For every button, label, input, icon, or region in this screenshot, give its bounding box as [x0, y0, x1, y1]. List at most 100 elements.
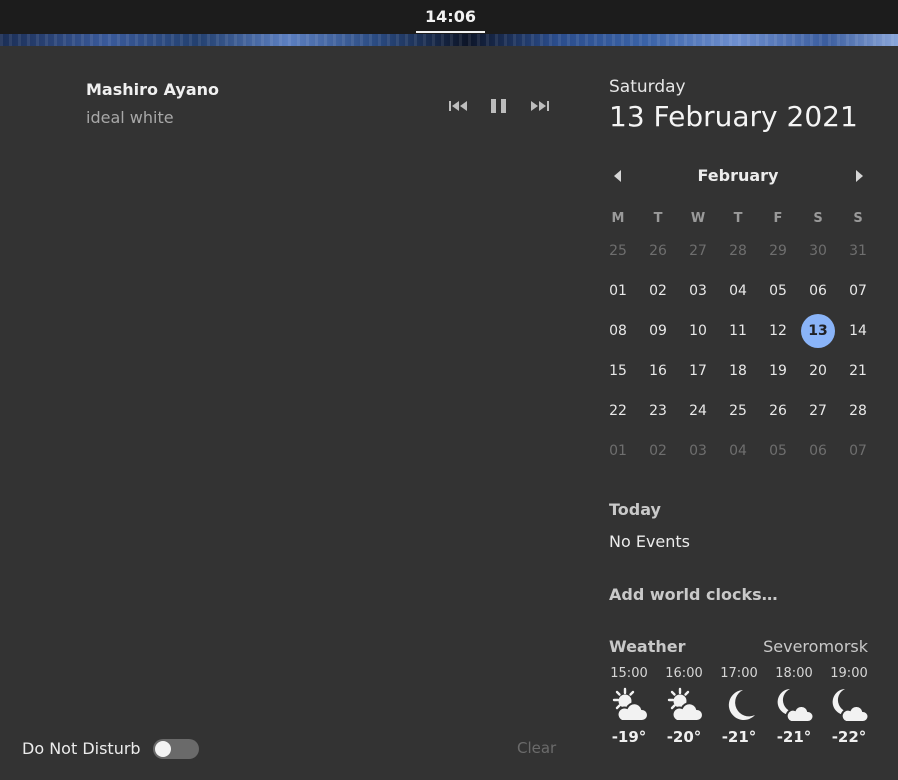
calendar-day[interactable]: 11 — [718, 311, 758, 351]
calendar-week-row: 08 09 10 11 12 13 14 — [598, 311, 878, 351]
calendar-day-label: 10 — [689, 323, 707, 339]
forecast-time: 19:00 — [830, 666, 868, 681]
calendar-day[interactable]: 25 — [598, 231, 638, 271]
calendar-day[interactable]: 23 — [638, 391, 678, 431]
calendar-day[interactable]: 01 — [598, 431, 638, 471]
calendar-day[interactable]: 01 — [598, 271, 638, 311]
calendar-day-label: 09 — [649, 323, 667, 339]
calendar-day-label: 17 — [689, 363, 707, 379]
calendar-day-label: 03 — [689, 443, 707, 459]
calendar-day[interactable]: 22 — [598, 391, 638, 431]
calendar-day[interactable]: 20 — [798, 351, 838, 391]
calendar-next-month-button[interactable] — [849, 166, 869, 186]
calendar-day-label: 01 — [609, 443, 627, 459]
calendar-day-label: 02 — [649, 443, 667, 459]
media-track-title: ideal white — [86, 108, 174, 127]
calendar-day[interactable]: 03 — [678, 271, 718, 311]
calendar-day-label: 20 — [809, 363, 827, 379]
do-not-disturb-toggle[interactable] — [153, 739, 199, 759]
calendar-day[interactable]: 05 — [758, 271, 798, 311]
calendar-day[interactable]: 30 — [798, 231, 838, 271]
calendar-day[interactable]: 28 — [718, 231, 758, 271]
forecast-time: 15:00 — [610, 666, 648, 681]
calendar-day[interactable]: 31 — [838, 231, 878, 271]
forecast-hour: 16:00 -20° — [656, 666, 712, 746]
calendar-day[interactable]: 04 — [718, 271, 758, 311]
calendar-day-label: 29 — [769, 243, 787, 259]
calendar-day-label: 13 — [801, 314, 835, 348]
calendar-day[interactable]: 09 — [638, 311, 678, 351]
calendar-day[interactable]: 03 — [678, 431, 718, 471]
calendar-weekday-header: MTWTFSS — [598, 205, 878, 231]
forecast-hour: 18:00 -21° — [766, 666, 822, 746]
calendar-day[interactable]: 27 — [678, 231, 718, 271]
calendar-day-label: 21 — [849, 363, 867, 379]
calendar-day[interactable]: 29 — [758, 231, 798, 271]
calendar-day[interactable]: 06 — [798, 431, 838, 471]
calendar-week-row: 25 26 27 28 29 30 31 — [598, 231, 878, 271]
moon-icon — [711, 684, 767, 728]
next-button[interactable] — [527, 96, 551, 116]
date-full: 13 February 2021 — [609, 100, 858, 133]
calendar-day[interactable]: 14 — [838, 311, 878, 351]
calendar-day-label: 07 — [849, 283, 867, 299]
calendar-day[interactable]: 26 — [638, 231, 678, 271]
calendar-day-label: 22 — [609, 403, 627, 419]
calendar-day-label: 15 — [609, 363, 627, 379]
calendar-day[interactable]: 28 — [838, 391, 878, 431]
previous-button[interactable] — [447, 96, 471, 116]
calendar-day[interactable]: 24 — [678, 391, 718, 431]
calendar-day-label: 27 — [689, 243, 707, 259]
calendar-day[interactable]: 02 — [638, 271, 678, 311]
calendar-day[interactable]: 10 — [678, 311, 718, 351]
weekday-header-cell: S — [813, 210, 823, 226]
calendar-week-row: 15 16 17 18 19 20 21 — [598, 351, 878, 391]
calendar-day[interactable]: 04 — [718, 431, 758, 471]
no-events-text: No Events — [609, 532, 691, 551]
calendar-day[interactable]: 12 — [758, 311, 798, 351]
sun-cloud-icon — [656, 684, 712, 728]
wallpaper-strip — [0, 34, 898, 46]
calendar-day[interactable]: 02 — [638, 431, 678, 471]
calendar-day-label: 28 — [729, 243, 747, 259]
forecast-time: 17:00 — [720, 666, 758, 681]
calendar-day-label: 05 — [769, 283, 787, 299]
calendar-day[interactable]: 08 — [598, 311, 638, 351]
calendar-day-label: 06 — [809, 283, 827, 299]
calendar-day[interactable]: 17 — [678, 351, 718, 391]
calendar-day-today[interactable]: 13 — [798, 311, 838, 351]
calendar-day-label: 27 — [809, 403, 827, 419]
calendar-day[interactable]: 21 — [838, 351, 878, 391]
pause-button[interactable] — [487, 96, 511, 116]
weekday-header-cell: T — [653, 210, 663, 226]
calendar-day-label: 28 — [849, 403, 867, 419]
calendar-day[interactable]: 15 — [598, 351, 638, 391]
forecast-time: 16:00 — [665, 666, 703, 681]
weekday-header-cell: M — [611, 210, 625, 226]
calendar-month-title: February — [697, 166, 779, 185]
calendar-day[interactable]: 05 — [758, 431, 798, 471]
weather-location[interactable]: Severomorsk — [763, 637, 868, 656]
calendar-day[interactable]: 19 — [758, 351, 798, 391]
add-world-clocks-button[interactable]: Add world clocks… — [609, 585, 778, 604]
calendar-prev-month-button[interactable] — [608, 166, 628, 186]
calendar-day[interactable]: 25 — [718, 391, 758, 431]
calendar-day[interactable]: 26 — [758, 391, 798, 431]
calendar-day[interactable]: 16 — [638, 351, 678, 391]
calendar-day-label: 30 — [809, 243, 827, 259]
calendar-day[interactable]: 07 — [838, 271, 878, 311]
calendar-day-label: 05 — [769, 443, 787, 459]
calendar-day-label: 31 — [849, 243, 867, 259]
forecast-temperature: -22° — [831, 728, 867, 746]
calendar-day[interactable]: 27 — [798, 391, 838, 431]
calendar-day[interactable]: 06 — [798, 271, 838, 311]
pause-icon — [491, 99, 506, 113]
calendar-week-row: 01 02 03 04 05 06 07 — [598, 431, 878, 471]
calendar-day[interactable]: 07 — [838, 431, 878, 471]
sun-cloud-icon — [601, 684, 657, 728]
calendar-day-label: 04 — [729, 283, 747, 299]
clock-button[interactable]: 14:06 — [416, 0, 485, 33]
calendar-day[interactable]: 18 — [718, 351, 758, 391]
clear-notifications-button[interactable]: Clear — [517, 739, 556, 757]
calendar-week-row: 22 23 24 25 26 27 28 — [598, 391, 878, 431]
